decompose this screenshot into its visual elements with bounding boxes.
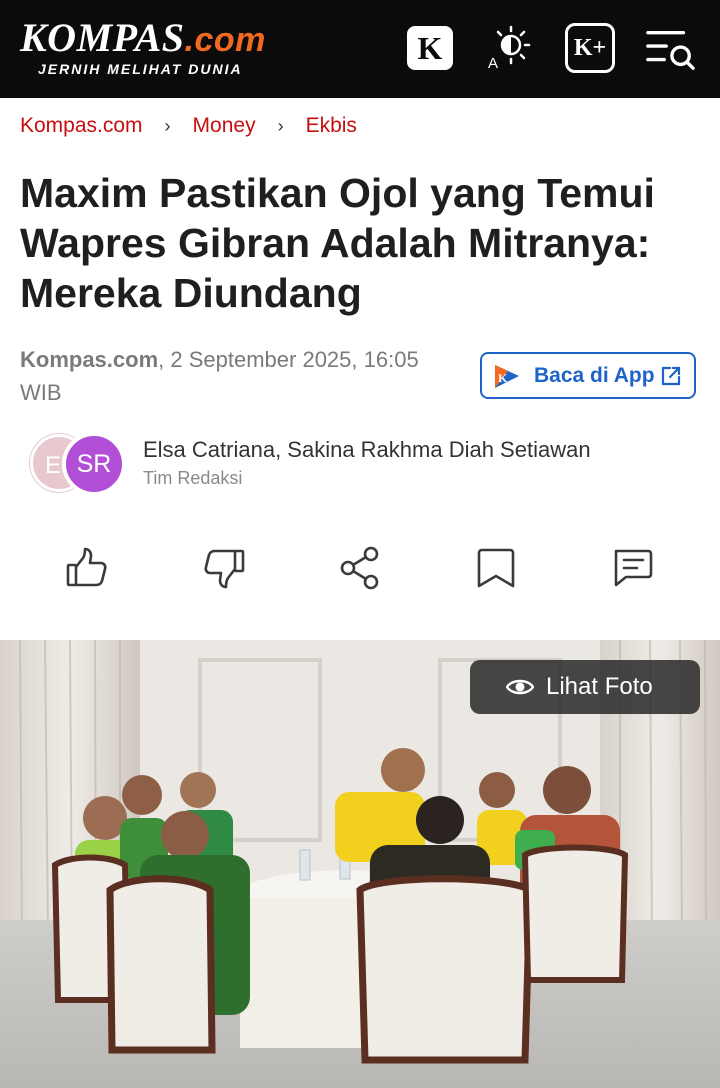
kompas-k-icon[interactable]: K	[407, 26, 453, 70]
breadcrumb-home[interactable]: Kompas.com	[20, 114, 143, 138]
breadcrumb-separator-icon: ›	[277, 115, 284, 136]
breadcrumb: Kompas.com › Money › Ekbis	[20, 114, 357, 138]
author-names[interactable]: Elsa Catriana, Sakina Rakhma Diah Setiaw…	[143, 437, 591, 463]
external-link-icon	[661, 366, 681, 386]
article-photo[interactable]: Lihat Foto	[0, 640, 720, 1088]
logo-tagline: JERNIH MELIHAT DUNIA	[38, 61, 243, 77]
logo-text: KOMPAS.com	[20, 15, 266, 60]
view-photo-button[interactable]: Lihat Foto	[470, 660, 700, 714]
svg-text:K: K	[498, 371, 508, 385]
svg-text:A: A	[488, 55, 498, 72]
read-in-app-button[interactable]: K Baca di App	[480, 352, 696, 399]
breadcrumb-ekbis[interactable]: Ekbis	[306, 114, 357, 138]
theme-toggle-icon[interactable]: A	[485, 22, 535, 72]
read-in-app-label: Baca di App	[534, 363, 655, 387]
comment-icon[interactable]	[610, 546, 654, 590]
kompas-app-icon: K	[495, 364, 519, 388]
eye-icon	[506, 679, 534, 695]
menu-search-icon[interactable]	[645, 24, 695, 74]
bookmark-icon[interactable]	[474, 546, 518, 590]
breadcrumb-separator-icon: ›	[164, 115, 171, 136]
kompas-plus-icon[interactable]: K+	[565, 23, 615, 73]
article-actions	[0, 546, 720, 592]
kompas-logo[interactable]: KOMPAS.com JERNIH MELIHAT DUNIA	[20, 15, 266, 78]
article-source: Kompas.com	[20, 347, 159, 372]
share-icon[interactable]	[338, 546, 382, 590]
view-photo-label: Lihat Foto	[546, 673, 653, 700]
top-navbar: KOMPAS.com JERNIH MELIHAT DUNIA K A K+	[0, 0, 720, 98]
dislike-icon[interactable]	[202, 546, 246, 590]
article-meta: Kompas.com, 2 September 2025, 16:05 WIB	[20, 343, 460, 409]
like-icon[interactable]	[65, 546, 109, 590]
article-title: Maxim Pastikan Ojol yang Temui Wapres Gi…	[20, 170, 655, 316]
author-avatar-2[interactable]: SR	[62, 432, 126, 496]
author-role: Tim Redaksi	[143, 468, 243, 488]
breadcrumb-money[interactable]: Money	[193, 114, 256, 138]
